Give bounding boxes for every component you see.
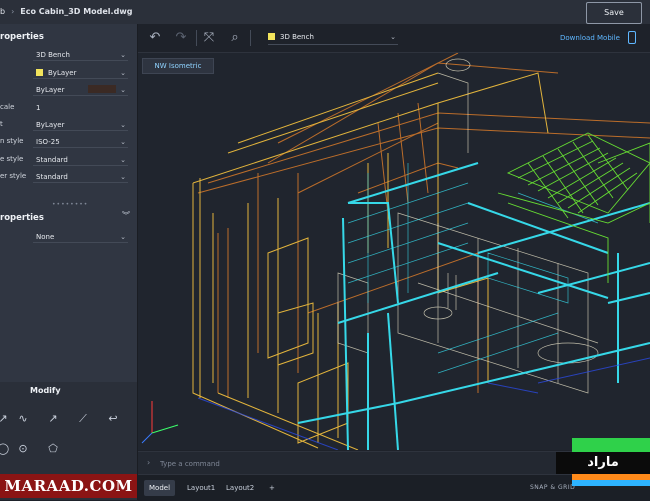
property-row[interactable]: ByLayer ⌄ xyxy=(0,81,137,97)
property-row[interactable]: cale 1 xyxy=(0,99,137,115)
drawing-viewport[interactable] xyxy=(138,53,650,450)
file-name: Eco Cabin_3D Model.dwg xyxy=(20,7,133,16)
polyline-icon[interactable]: ∿ xyxy=(14,410,32,428)
property-row[interactable]: er style Standard ⌄ xyxy=(0,168,137,184)
modify-title: Modify xyxy=(30,386,61,395)
undo-icon[interactable]: ↶ xyxy=(146,29,164,47)
toolbar-divider xyxy=(250,30,251,46)
property-value-text: 3D Bench xyxy=(36,51,70,59)
watermark-maraad: MARAAD.COM xyxy=(0,474,137,498)
redo-icon[interactable]: ↷ xyxy=(172,29,190,47)
chevron-down-icon: ⌄ xyxy=(120,69,126,77)
chevron-down-icon: ⌄ xyxy=(120,233,126,241)
property-value-text-style[interactable]: Standard ⌄ xyxy=(33,152,128,166)
property-value-text: ISO-25 xyxy=(36,138,60,146)
property-value-text: Standard xyxy=(36,173,68,181)
collapse-chevron-icon[interactable]: ︾ xyxy=(122,210,130,221)
chevron-down-icon: ⌄ xyxy=(120,156,126,164)
property-value-scale[interactable]: 1 xyxy=(33,100,128,114)
logo-text: ماراد xyxy=(556,452,650,474)
chevron-down-icon: ⌄ xyxy=(390,33,396,41)
property-value-text: ByLayer xyxy=(48,69,77,77)
chevron-down-icon: ⌄ xyxy=(120,138,126,146)
drawing-toolbar: ↶ ↷ ⤧ ⌕ 3D Bench ⌄ Download Mobile xyxy=(138,24,650,53)
zoom-extents-icon[interactable]: ⤧ xyxy=(200,29,218,47)
download-mobile-link[interactable]: Download Mobile xyxy=(560,24,620,52)
property-label: cale xyxy=(0,103,15,111)
property-label: er style xyxy=(0,172,27,180)
tab-layout1[interactable]: Layout1 xyxy=(182,480,220,496)
property-row[interactable]: n style ISO-25 ⌄ xyxy=(0,133,137,149)
toolbar-divider xyxy=(196,30,197,46)
tab-layout2[interactable]: Layout2 xyxy=(221,480,259,496)
save-button[interactable]: Save xyxy=(586,2,642,24)
property-value-color[interactable]: ByLayer ⌄ xyxy=(33,65,128,79)
property-value-text: Standard xyxy=(36,156,68,164)
color-swatch xyxy=(88,85,116,93)
property-value-text: 1 xyxy=(36,104,41,112)
chevron-down-icon: ⌄ xyxy=(120,173,126,181)
ucs-axis-icon xyxy=(141,401,179,444)
layer-color-swatch xyxy=(268,33,275,40)
undo-curve-icon[interactable]: ↩ xyxy=(104,410,122,428)
arrow-icon[interactable]: ↗ xyxy=(44,410,62,428)
command-input[interactable] xyxy=(158,456,462,472)
line-icon[interactable]: ⟋ xyxy=(74,410,92,428)
property-row[interactable]: ByLayer ⌄ xyxy=(0,64,137,80)
properties-section-title-2: roperties xyxy=(0,213,44,223)
layer-dropdown[interactable]: 3D Bench ⌄ xyxy=(268,30,398,45)
zoom-window-icon[interactable]: ⌕ xyxy=(226,29,244,47)
view-name-badge[interactable]: NW Isometric xyxy=(142,58,214,74)
property-value-dim-style[interactable]: ISO-25 ⌄ xyxy=(33,134,128,148)
polygon-icon[interactable]: ⬠ xyxy=(44,440,62,458)
breadcrumb: b › Eco Cabin_3D Model.dwg xyxy=(0,0,132,24)
color-swatch xyxy=(36,69,43,76)
chevron-down-icon: ⌄ xyxy=(120,86,126,94)
layer-name: 3D Bench xyxy=(280,33,314,41)
property-value-leader-style[interactable]: Standard ⌄ xyxy=(33,169,128,183)
property-value-none[interactable]: None ⌄ xyxy=(33,229,128,243)
property-value-text: None xyxy=(36,233,55,241)
property-value-text: ByLayer xyxy=(36,121,65,129)
property-value-lineweight[interactable]: ByLayer ⌄ xyxy=(33,117,128,131)
properties-panel: roperties 3D Bench ⌄ ByLayer ⌄ ByLayer ⌄ ca… xyxy=(0,24,138,500)
property-value-text: ByLayer xyxy=(36,86,65,94)
property-value-layer[interactable]: 3D Bench ⌄ xyxy=(33,47,128,61)
logo-band-blue xyxy=(572,480,650,486)
property-label: t xyxy=(0,120,3,128)
title-bar: b › Eco Cabin_3D Model.dwg Save xyxy=(0,0,650,25)
maraad-logo: ماراد xyxy=(556,438,650,486)
property-label: e style xyxy=(0,155,24,163)
property-label: n style xyxy=(0,137,24,145)
add-tab-button[interactable]: + xyxy=(264,480,280,496)
property-row[interactable]: None ⌄ xyxy=(0,228,137,244)
move-icon[interactable]: ↗ xyxy=(0,410,12,428)
chevron-right-icon: › xyxy=(147,458,151,467)
chevron-down-icon: ⌄ xyxy=(120,51,126,59)
tab-model[interactable]: Model xyxy=(144,480,176,496)
property-row[interactable]: t ByLayer ⌄ xyxy=(0,116,137,132)
ellipse-icon[interactable]: ⊙ xyxy=(14,440,32,458)
circle-icon[interactable]: ◯ xyxy=(0,440,12,458)
properties-section-title: roperties xyxy=(0,32,44,42)
cabin-wireframe xyxy=(141,53,650,450)
property-value-linetype[interactable]: ByLayer ⌄ xyxy=(33,82,128,96)
chevron-down-icon: ⌄ xyxy=(120,121,126,129)
property-row[interactable]: 3D Bench ⌄ xyxy=(0,46,137,62)
phone-icon[interactable] xyxy=(628,31,636,44)
logo-band-green xyxy=(572,438,650,452)
property-row[interactable]: e style Standard ⌄ xyxy=(0,151,137,167)
breadcrumb-separator: › xyxy=(11,7,15,16)
